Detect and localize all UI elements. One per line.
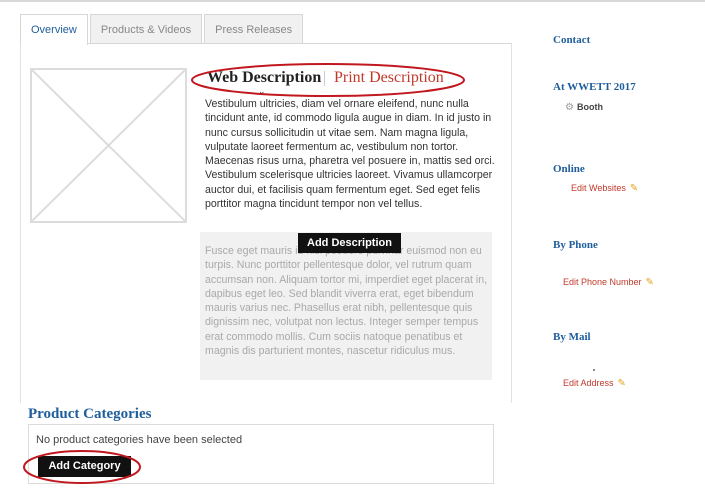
pencil-icon: ✎ xyxy=(629,183,639,194)
image-placeholder-icon xyxy=(31,69,186,222)
product-categories-heading: Product Categories xyxy=(28,406,152,422)
booth-label: Booth xyxy=(576,102,603,112)
edit-phone-label: Edit Phone Number xyxy=(563,277,642,287)
edit-websites-label: Edit Websites xyxy=(571,183,626,193)
mail-heading: By Mail xyxy=(553,331,591,343)
print-description-text: Fusce eget mauris id nisi posuere pulvin… xyxy=(205,245,488,358)
address-placeholder-dot xyxy=(593,369,595,371)
edit-address-label: Edit Address xyxy=(563,378,614,388)
tab-products-videos[interactable]: Products & Videos xyxy=(89,14,203,44)
add-description-button[interactable]: Add Description xyxy=(298,233,401,253)
event-heading: At WWETT 2017 xyxy=(553,81,636,93)
tab-bar: Overview Products & Videos Press Release… xyxy=(20,14,305,45)
annotation-ellipse-description xyxy=(191,63,465,97)
window-top-border xyxy=(0,0,705,2)
gear-icon: ⚙ xyxy=(565,102,574,113)
pencil-icon: ✎ xyxy=(645,277,654,288)
web-description-text: Vestibulum ultricies, diam vel ornare el… xyxy=(205,98,495,211)
tab-press-releases[interactable]: Press Releases xyxy=(204,14,304,44)
no-categories-message: No product categories have been selected xyxy=(36,434,243,446)
description-switcher: Web Description Print Description ⌄ xyxy=(190,62,466,98)
edit-phone-link[interactable]: Edit Phone Number ✎ xyxy=(563,277,654,288)
phone-heading: By Phone xyxy=(553,239,598,251)
edit-websites-link[interactable]: Edit Websites ✎ xyxy=(571,183,638,194)
edit-address-link[interactable]: Edit Address ✎ xyxy=(563,378,626,389)
tab-overview[interactable]: Overview xyxy=(20,14,88,45)
annotation-ellipse-category xyxy=(23,450,141,484)
booth-info: ⚙ Booth xyxy=(565,102,603,113)
online-heading: Online xyxy=(553,163,585,175)
pencil-icon: ✎ xyxy=(617,378,626,389)
company-logo-placeholder[interactable] xyxy=(30,68,187,223)
contact-heading: Contact xyxy=(553,34,591,46)
